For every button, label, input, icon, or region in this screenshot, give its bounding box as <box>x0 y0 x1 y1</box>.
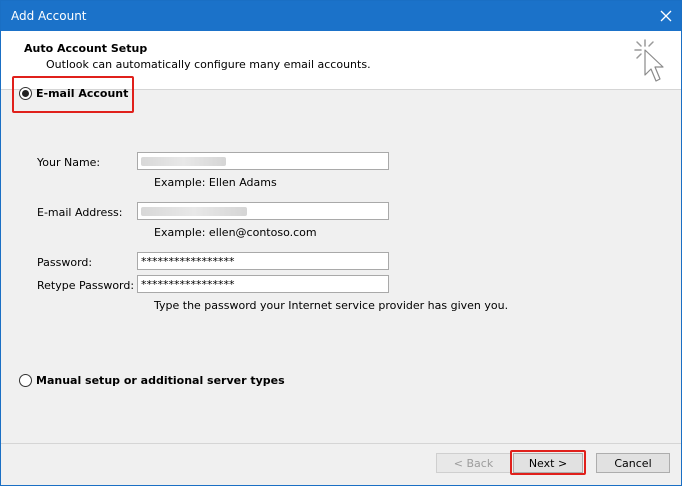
email-address-label: E-mail Address: <box>37 206 123 219</box>
email-address-input[interactable] <box>137 202 389 220</box>
add-account-dialog: Add Account Auto Account Setup Outlook c… <box>0 0 682 486</box>
redacted-name <box>141 157 226 166</box>
header-subtitle: Outlook can automatically configure many… <box>46 58 371 71</box>
your-name-input[interactable] <box>137 152 389 170</box>
email-address-example: Example: ellen@contoso.com <box>154 226 317 239</box>
your-name-example: Example: Ellen Adams <box>154 176 277 189</box>
email-account-radio[interactable] <box>19 87 32 100</box>
next-button-highlight <box>510 450 586 475</box>
cursor-click-icon <box>634 39 664 82</box>
manual-setup-option[interactable]: Manual setup or additional server types <box>19 374 285 387</box>
window-title: Add Account <box>11 9 87 23</box>
header-title: Auto Account Setup <box>24 42 148 55</box>
retype-password-label: Retype Password: <box>37 279 135 292</box>
email-account-option[interactable]: E-mail Account <box>19 87 128 100</box>
retype-password-input[interactable]: ***************** <box>137 275 389 293</box>
manual-setup-radio[interactable] <box>19 374 32 387</box>
close-button[interactable] <box>651 1 681 31</box>
cancel-button[interactable]: Cancel <box>596 453 670 473</box>
password-hint: Type the password your Internet service … <box>154 299 509 312</box>
manual-setup-label: Manual setup or additional server types <box>36 374 285 387</box>
footer-divider <box>1 443 681 444</box>
back-button[interactable]: < Back <box>436 453 511 473</box>
email-account-label: E-mail Account <box>36 87 129 100</box>
close-icon <box>660 10 672 22</box>
password-label: Password: <box>37 256 93 269</box>
password-input[interactable]: ***************** <box>137 252 389 270</box>
your-name-label: Your Name: <box>37 156 101 169</box>
title-bar: Add Account <box>1 1 681 31</box>
redacted-email <box>141 207 247 216</box>
